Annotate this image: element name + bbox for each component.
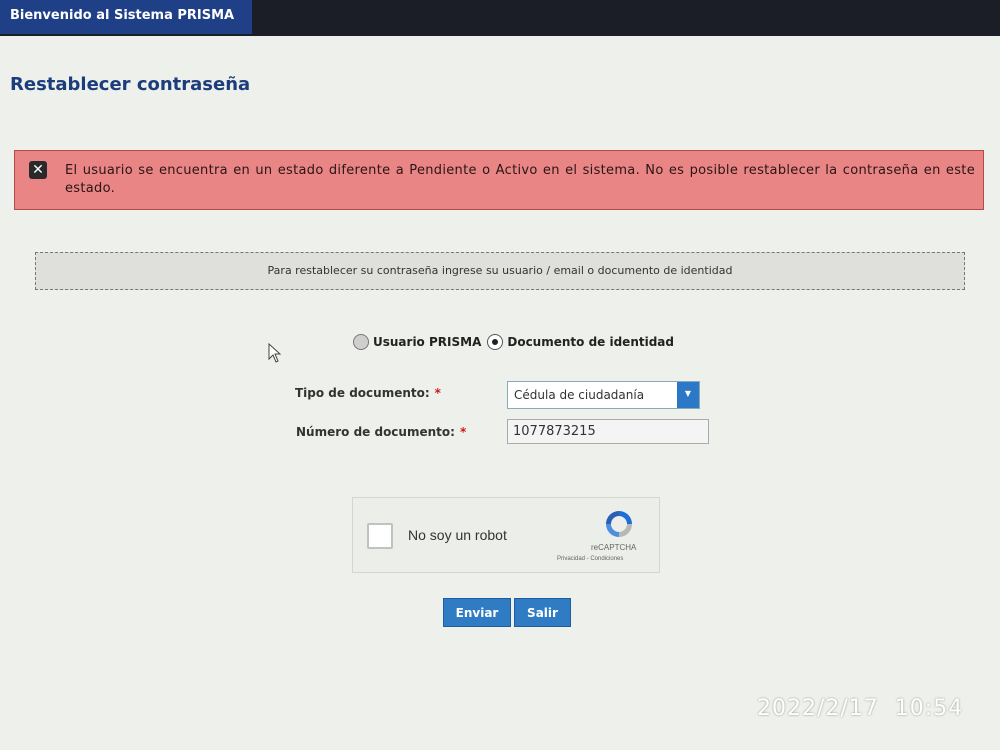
- submit-button[interactable]: Enviar: [443, 598, 511, 627]
- radio-usuario-prisma[interactable]: [353, 334, 369, 350]
- error-message-box: ✕ El usuario se encuentra en un estado d…: [14, 150, 984, 210]
- doc-type-selected-value: Cédula de ciudadanía: [514, 388, 645, 402]
- doc-number-label: Número de documento: *: [296, 425, 466, 439]
- exit-button[interactable]: Salir: [514, 598, 571, 627]
- doc-type-label-text: Tipo de documento:: [295, 386, 430, 400]
- required-marker: *: [459, 425, 467, 439]
- recaptcha-checkbox[interactable]: [367, 523, 393, 549]
- close-icon[interactable]: ✕: [29, 161, 47, 179]
- radio-documento-identidad-label[interactable]: Documento de identidad: [507, 335, 674, 349]
- recaptcha-label: No soy un robot: [408, 527, 507, 543]
- recaptcha-logo-icon: [606, 511, 632, 537]
- required-marker: *: [434, 386, 441, 400]
- radio-usuario-prisma-label[interactable]: Usuario PRISMA: [373, 335, 481, 349]
- chevron-down-icon[interactable]: ▼: [677, 382, 699, 408]
- error-message-text: El usuario se encuentra en un estado dif…: [65, 163, 975, 196]
- doc-number-input[interactable]: 1077873215: [507, 419, 709, 444]
- doc-type-select[interactable]: Cédula de ciudadanía ▼: [507, 381, 700, 409]
- recaptcha-brand: reCAPTCHA: [591, 543, 637, 552]
- instructions-panel: Para restablecer su contraseña ingrese s…: [35, 252, 965, 290]
- mouse-pointer-icon: [268, 343, 282, 363]
- page-title: Restablecer contraseña: [10, 74, 251, 95]
- instructions-text: Para restablecer su contraseña ingrese s…: [267, 264, 733, 277]
- doc-type-label: Tipo de documento: *: [295, 386, 441, 400]
- radio-documento-identidad[interactable]: [487, 334, 504, 350]
- doc-number-value: 1077873215: [513, 424, 596, 439]
- identification-mode-group: Usuario PRISMA Documento de identidad: [353, 334, 680, 354]
- top-bar: Bienvenido al Sistema PRISMA: [0, 0, 1000, 36]
- photo-timestamp: 2022/2/17 10:54: [757, 696, 964, 721]
- doc-number-label-text: Número de documento:: [296, 425, 455, 439]
- recaptcha-widget: No soy un robot reCAPTCHA Privacidad - C…: [352, 497, 660, 573]
- recaptcha-links[interactable]: Privacidad - Condiciones: [557, 556, 623, 562]
- app-title-tab[interactable]: Bienvenido al Sistema PRISMA: [0, 0, 252, 34]
